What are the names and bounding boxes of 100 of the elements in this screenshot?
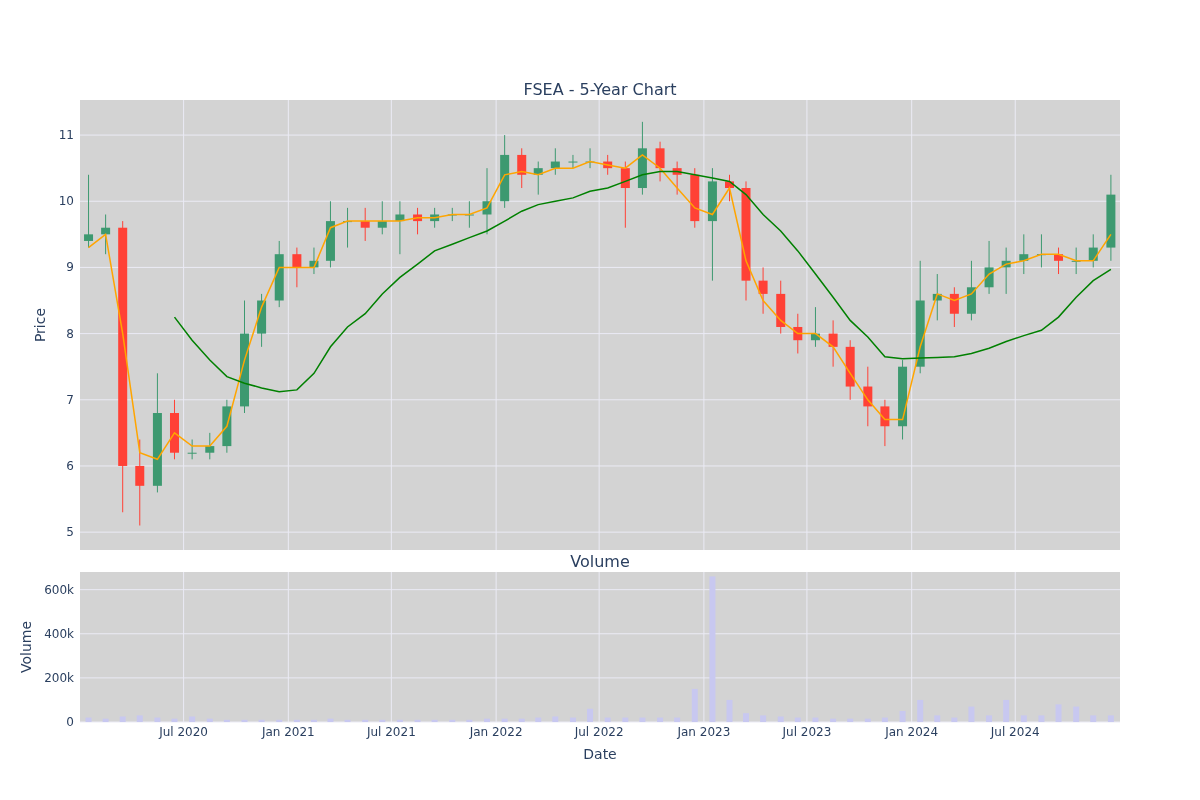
candlestick — [292, 247, 302, 288]
y-tick-label: 7 — [66, 392, 74, 407]
candlestick — [1019, 233, 1029, 275]
volume-bar — [622, 717, 629, 722]
volume-bar — [812, 717, 819, 722]
volume-bar — [136, 715, 143, 722]
volume-bar — [85, 717, 92, 722]
volume-bar — [1038, 715, 1045, 722]
volume-bar — [639, 717, 646, 722]
candlestick — [517, 147, 527, 189]
volume-bar — [587, 708, 594, 722]
volume-bar — [276, 719, 283, 722]
y-tick-label: 6 — [66, 458, 74, 473]
volume-bar — [258, 719, 265, 722]
candlestick — [1001, 247, 1011, 295]
candlestick — [101, 214, 111, 255]
candlestick — [205, 432, 215, 460]
volume-bar — [968, 706, 975, 722]
volume-bar — [760, 715, 767, 722]
axis-title: Volume — [18, 620, 34, 674]
volume-bar — [102, 718, 109, 722]
candlestick — [1054, 247, 1063, 275]
candlestick — [828, 319, 838, 368]
volume-bar — [189, 716, 196, 722]
volume-bar — [206, 718, 213, 722]
y-tick-label: 8 — [66, 326, 74, 341]
candlestick — [603, 154, 613, 176]
y-tick-label: 5 — [66, 525, 74, 540]
volume-bar — [171, 718, 178, 722]
candlestick — [845, 339, 855, 401]
volume-bar — [1055, 704, 1062, 722]
candlestick — [274, 240, 284, 308]
volume-bar — [518, 718, 525, 722]
candlestick — [187, 439, 197, 460]
volume-bar — [934, 715, 941, 722]
candlestick — [413, 207, 423, 235]
candlestick — [793, 313, 803, 354]
volume-bar — [881, 717, 888, 722]
x-tick-label: Jan 2022 — [469, 725, 523, 739]
x-tick-label: Jan 2021 — [261, 725, 315, 739]
volume-bar — [1090, 715, 1097, 722]
volume-bar — [501, 718, 508, 722]
candlestick — [568, 154, 578, 169]
candlestick — [810, 306, 820, 348]
candlestick — [550, 147, 560, 176]
volume-bar — [552, 716, 559, 722]
volume-bar — [604, 717, 611, 722]
volume-bar — [362, 719, 369, 722]
axis-title: Date — [583, 746, 617, 762]
candlestick — [257, 293, 267, 348]
x-tick-label: Jul 2024 — [990, 725, 1040, 739]
volume-bar — [327, 718, 334, 722]
x-tick-label: Jul 2021 — [366, 725, 416, 739]
volume-bar — [154, 717, 161, 722]
volume-bar — [743, 713, 749, 722]
volume-bar — [830, 718, 837, 722]
volume-bar — [986, 715, 993, 722]
chart-title: Volume — [570, 551, 630, 571]
x-tick-label: Jan 2023 — [677, 725, 731, 739]
axis-title: Price — [32, 307, 48, 343]
volume-bar — [691, 688, 698, 722]
volume-bar — [396, 719, 403, 722]
candlestick — [482, 167, 492, 235]
volume-bar — [466, 719, 473, 722]
candlestick — [984, 240, 994, 295]
y-tick-label: 11 — [60, 128, 74, 143]
candlestick — [395, 200, 405, 255]
candlestick — [1088, 233, 1098, 268]
x-tick-label: Jul 2023 — [782, 725, 832, 739]
volume-bar — [899, 710, 906, 722]
volume-bar — [1107, 715, 1114, 722]
volume-bar — [414, 719, 421, 722]
candlestick — [690, 167, 700, 229]
candlestick — [620, 161, 630, 229]
volume-bar — [535, 717, 542, 722]
y-tick-label: 400k — [44, 626, 74, 641]
volume-bar — [864, 718, 871, 722]
volume-bar — [431, 719, 438, 722]
volume-bar — [310, 719, 317, 722]
x-tick-label: Jan 2024 — [885, 725, 939, 739]
volume-bar — [569, 717, 576, 722]
volume-bar — [484, 718, 490, 722]
candlestick — [170, 399, 179, 460]
volume-bar — [794, 717, 801, 722]
y-tick-label: 0 — [66, 715, 74, 729]
candlestick — [222, 399, 232, 454]
candlestick — [533, 161, 543, 196]
x-tick-label: Jul 2020 — [159, 725, 208, 739]
volume-bar — [847, 718, 854, 722]
volume-bar — [1020, 715, 1027, 722]
candlestick — [325, 200, 335, 268]
candlestick — [309, 247, 319, 275]
volume-bar — [674, 717, 681, 722]
y-tick-label: 10 — [60, 194, 74, 209]
volume-bar — [1003, 699, 1010, 722]
volume-bar — [241, 719, 248, 722]
y-tick-label: 9 — [66, 260, 74, 275]
volume-bar — [917, 699, 924, 722]
candlestick — [655, 141, 665, 182]
candlestick — [360, 207, 370, 242]
